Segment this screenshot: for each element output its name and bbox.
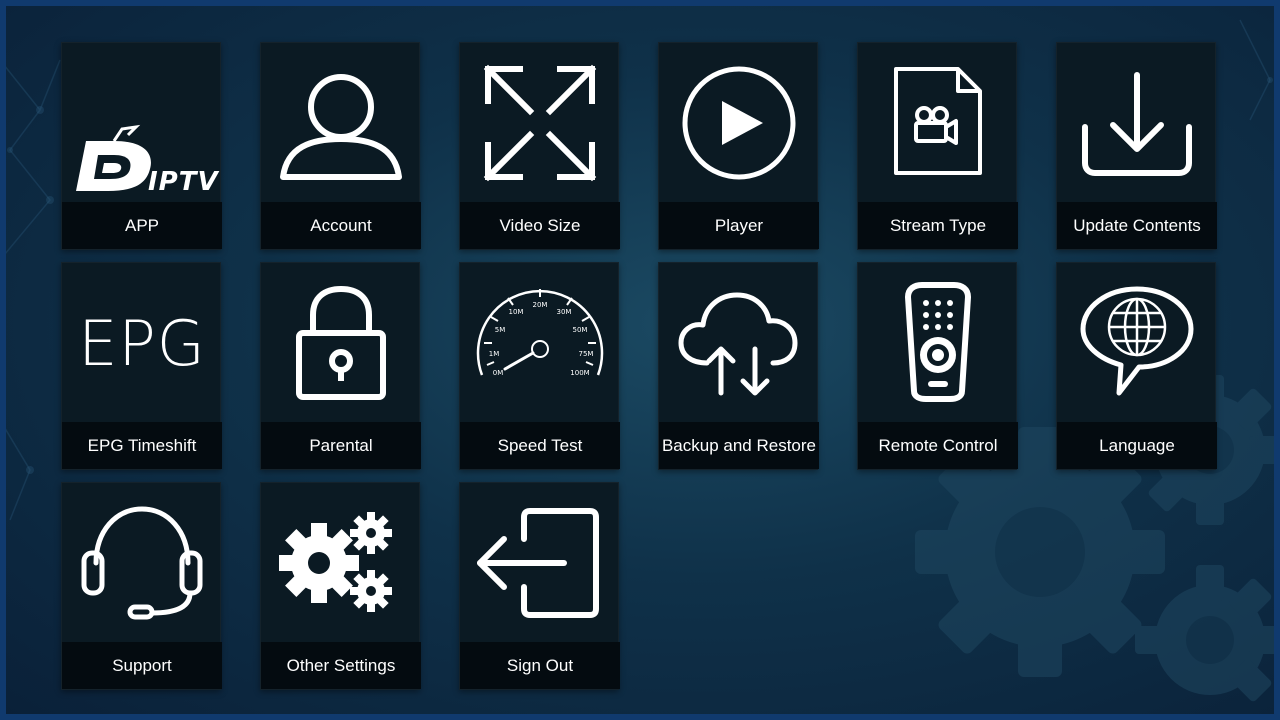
duplex-iptv-logo: IPTV <box>62 43 222 203</box>
speed-scale-5m: 5M <box>495 326 506 334</box>
play-circle-icon <box>659 43 819 203</box>
tile-app[interactable]: IPTV APP <box>61 42 222 250</box>
tile-backup-and-restore[interactable]: Backup and Restore <box>658 262 819 470</box>
speedometer-icon: 0M 1M 5M 10M 20M 30M 50M 75M 100M <box>460 263 620 423</box>
globe-speech-icon <box>1057 263 1217 423</box>
speed-scale-0m: 0M <box>493 369 504 377</box>
tile-remote-control[interactable]: Remote Control <box>857 262 1018 470</box>
tile-label: Sign Out <box>460 642 620 689</box>
tile-epg-timeshift[interactable]: EPG EPG Timeshift <box>61 262 222 470</box>
sign-out-icon <box>460 483 620 643</box>
tile-label: Speed Test <box>460 422 620 469</box>
padlock-icon <box>261 263 421 423</box>
tile-label: Parental <box>261 422 421 469</box>
tile-label: Video Size <box>460 202 620 249</box>
tile-player[interactable]: Player <box>658 42 819 250</box>
gears-icon <box>261 483 421 643</box>
tile-update-contents[interactable]: Update Contents <box>1056 42 1217 250</box>
speed-scale-20m: 20M <box>533 301 548 309</box>
tile-speed-test[interactable]: 0M 1M 5M 10M 20M 30M 50M 75M 100M Speed … <box>459 262 620 470</box>
settings-menu-grid: IPTV APP Account Video Size Player Strea… <box>61 42 1217 690</box>
tile-label: Language <box>1057 422 1217 469</box>
tile-label: Stream Type <box>858 202 1018 249</box>
cloud-sync-icon <box>659 263 819 423</box>
speed-scale-75m: 75M <box>579 350 594 358</box>
tile-support[interactable]: Support <box>61 482 222 690</box>
tile-label: Account <box>261 202 421 249</box>
remote-control-icon <box>858 263 1018 423</box>
tile-video-size[interactable]: Video Size <box>459 42 620 250</box>
speed-scale-10m: 10M <box>509 308 524 316</box>
tile-account[interactable]: Account <box>260 42 421 250</box>
tile-sign-out[interactable]: Sign Out <box>459 482 620 690</box>
speed-scale-100m: 100M <box>570 369 589 377</box>
video-file-icon <box>858 43 1018 203</box>
tile-stream-type[interactable]: Stream Type <box>857 42 1018 250</box>
epg-icon-text: EPG <box>78 306 206 380</box>
tile-parental[interactable]: Parental <box>260 262 421 470</box>
iptv-logo-text: IPTV <box>148 167 219 197</box>
tile-label: Support <box>62 642 222 689</box>
tile-label: APP <box>62 202 222 249</box>
download-icon <box>1057 43 1217 203</box>
speed-scale-50m: 50M <box>573 326 588 334</box>
speed-scale-1m: 1M <box>489 350 500 358</box>
user-icon <box>261 43 421 203</box>
tile-label: Other Settings <box>261 642 421 689</box>
expand-arrows-icon <box>460 43 620 203</box>
tile-label: Update Contents <box>1057 202 1217 249</box>
headset-icon <box>62 483 222 643</box>
tile-other-settings[interactable]: Other Settings <box>260 482 421 690</box>
epg-text-icon: EPG <box>62 263 222 423</box>
tile-label: Remote Control <box>858 422 1018 469</box>
tile-label: EPG Timeshift <box>62 422 222 469</box>
tile-label: Backup and Restore <box>659 422 819 469</box>
tile-label: Player <box>659 202 819 249</box>
tile-language[interactable]: Language <box>1056 262 1217 470</box>
speed-scale-30m: 30M <box>557 308 572 316</box>
